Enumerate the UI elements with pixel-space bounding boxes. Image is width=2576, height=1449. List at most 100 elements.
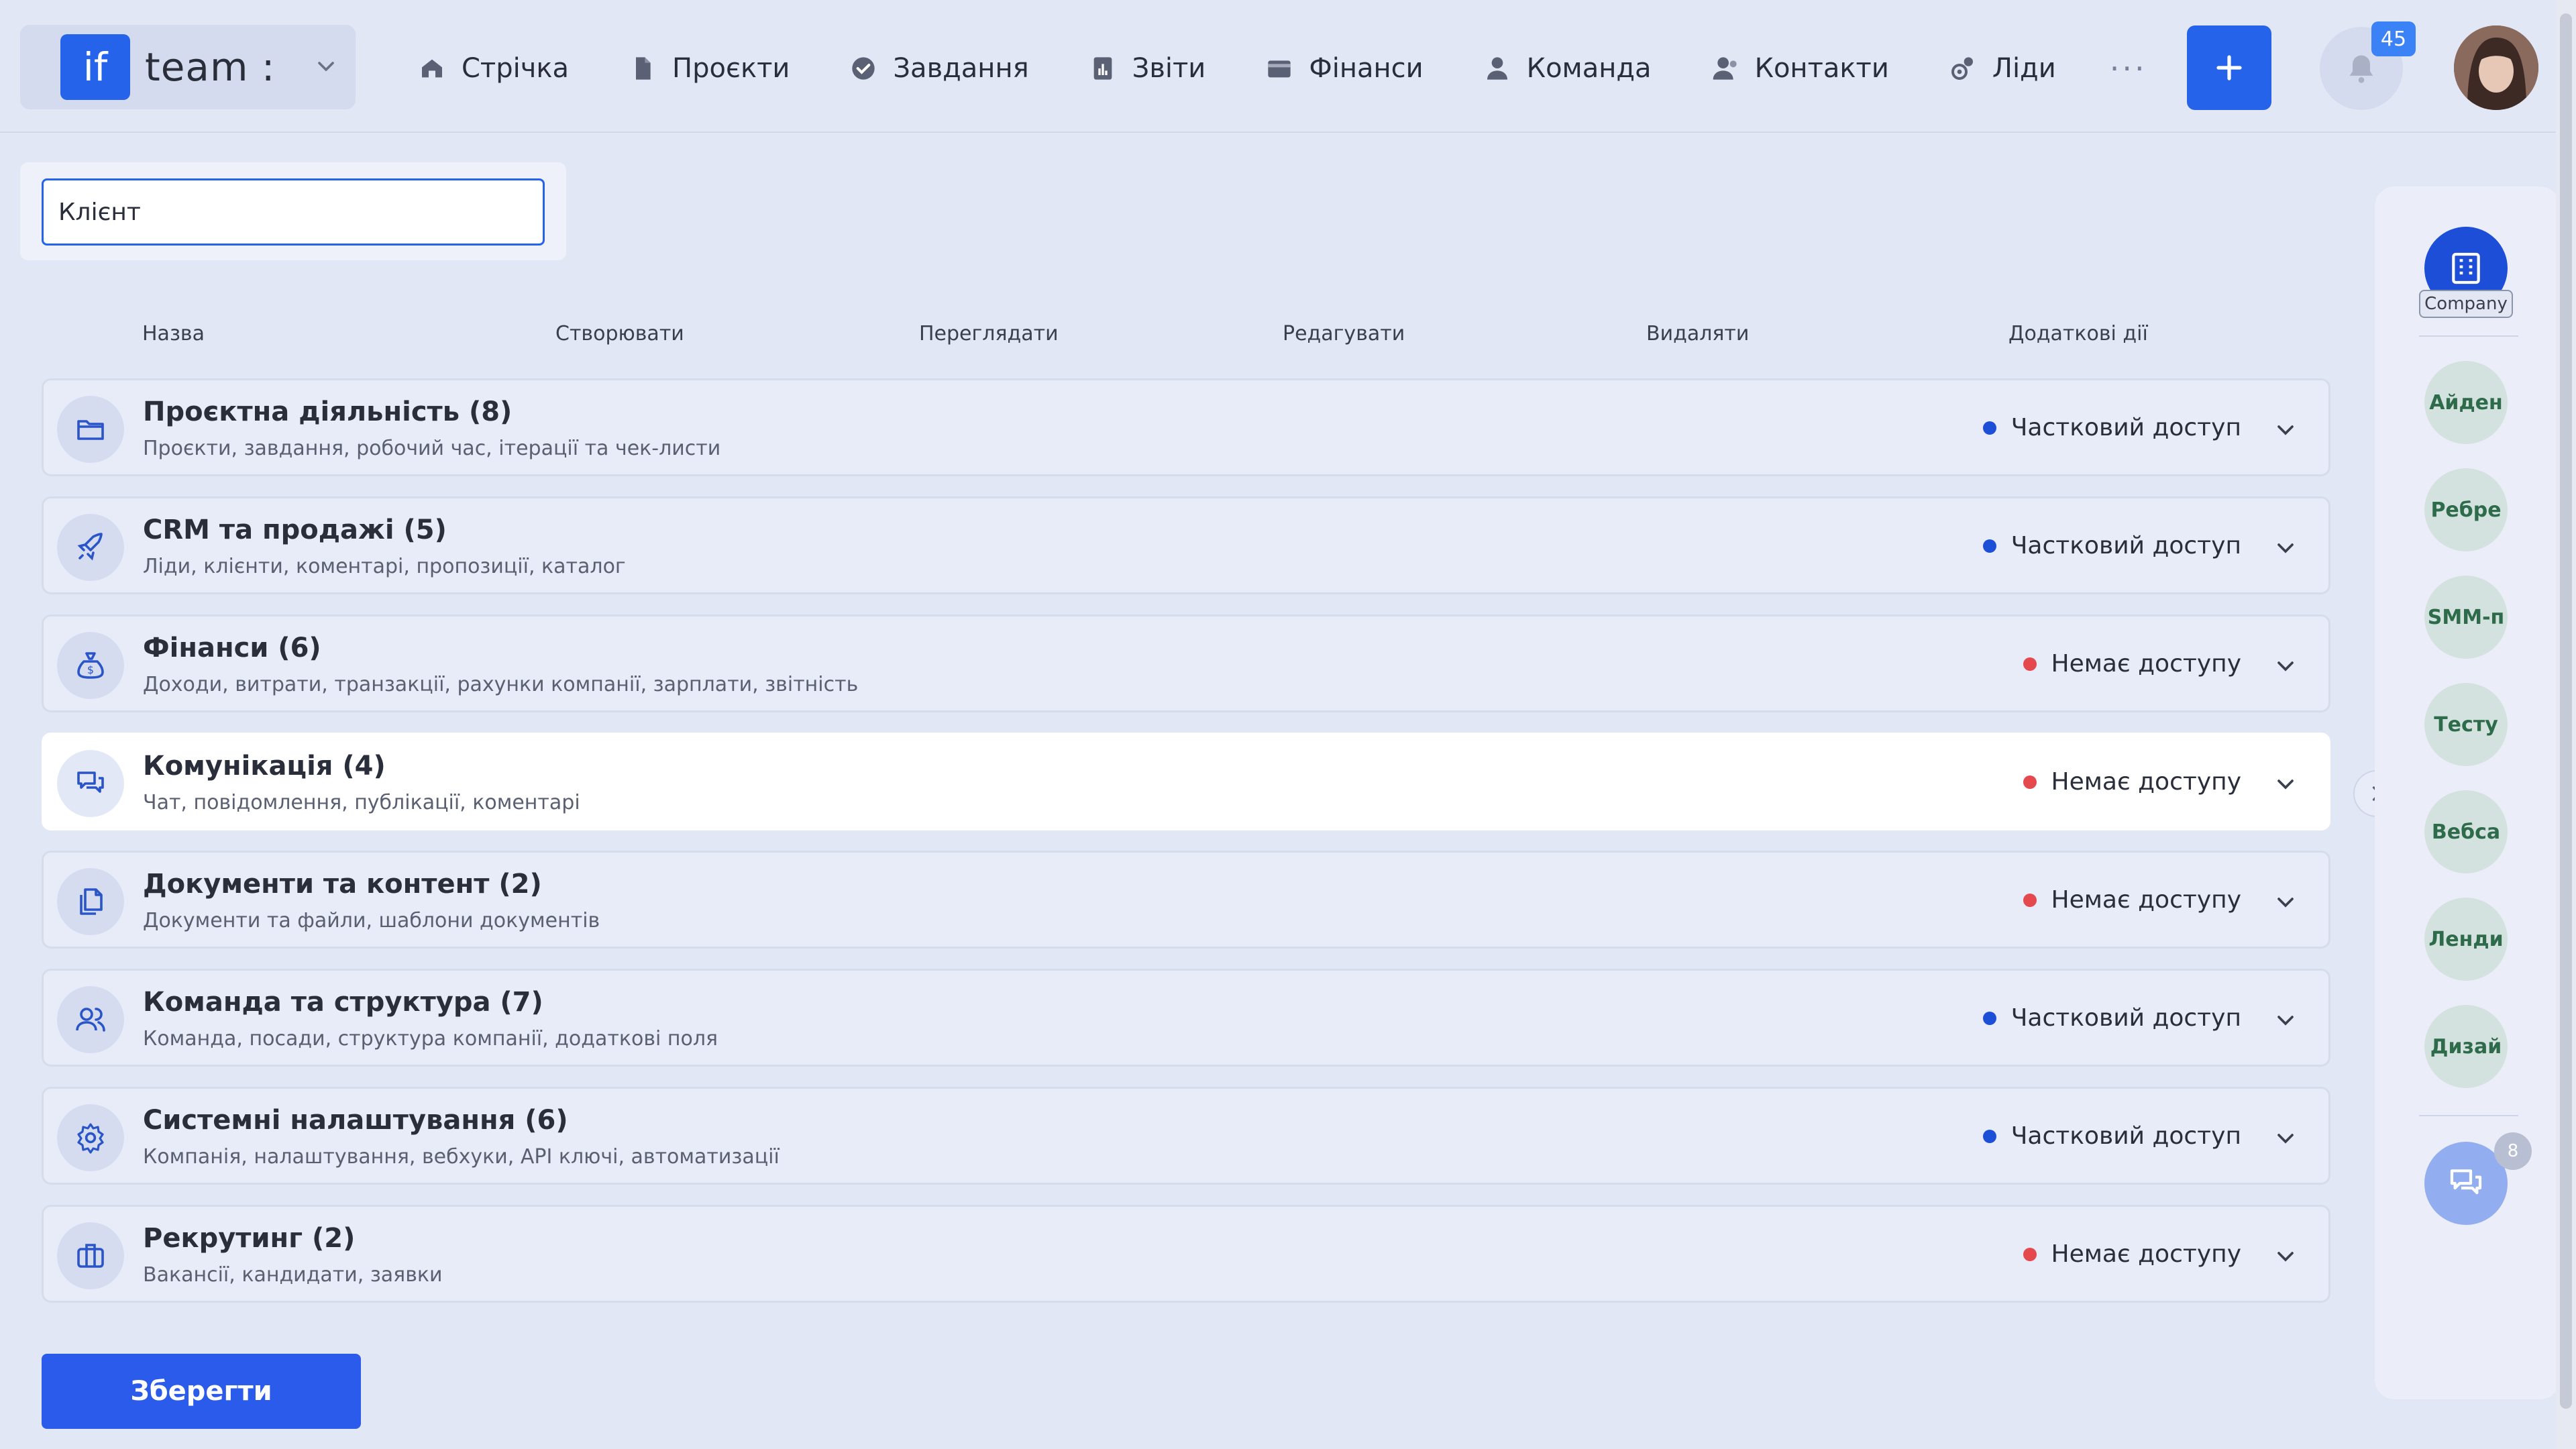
access-status: Частковий доступ (1982, 532, 2241, 559)
nav-item-reports[interactable]: Звіти (1089, 53, 1206, 84)
more-menu-button[interactable]: ··· (2110, 50, 2147, 87)
permission-row-crm[interactable]: CRM та продажі (5) Ліди, клієнти, комент… (42, 496, 2330, 594)
access-status: Немає доступу (2023, 768, 2241, 796)
team-avatar[interactable]: Дизай (2424, 1005, 2508, 1088)
chevron-down-icon[interactable] (2272, 417, 2299, 446)
briefcase-icon (57, 1222, 124, 1289)
chevron-down-icon[interactable] (2272, 889, 2299, 918)
nav-item-projects[interactable]: Проєкти (629, 53, 790, 84)
access-status: Частковий доступ (1982, 414, 2241, 441)
column-header-create: Створювати (555, 322, 684, 345)
permission-description: Ліди, клієнти, коментарі, пропозиції, ка… (143, 555, 626, 578)
panel-divider (2419, 1115, 2518, 1116)
permission-row-finance[interactable]: $ Фінанси (6) Доходи, витрати, транзакці… (42, 614, 2330, 712)
teams-side-panel: Company Айден Ребре SMM-п Тесту Вебса Ле… (2375, 186, 2560, 1399)
wallet-icon (1268, 60, 1291, 78)
nav-item-finance[interactable]: Фінанси (1266, 53, 1424, 84)
svg-text:$: $ (87, 663, 94, 676)
plus-icon (2216, 55, 2242, 80)
permission-column-headers: Назва Створювати Переглядати Редагувати … (0, 322, 2348, 349)
user-icon (1487, 57, 1507, 80)
status-dot (2023, 657, 2037, 671)
permission-title: Фінанси (6) (143, 633, 321, 663)
permission-description: Команда, посади, структура компанії, дод… (143, 1027, 718, 1051)
folder-icon (57, 396, 124, 463)
permission-row-projects[interactable]: Проєктна діяльність (8) Проєкти, завданн… (42, 378, 2330, 476)
column-header-delete: Видаляти (1646, 322, 1750, 345)
main-nav: Стрічка Проєкти Завдання Звіти Фінанси К… (419, 42, 2147, 95)
nav-item-team[interactable]: Команда (1484, 53, 1652, 84)
top-bar: if team : Стрічка Проєкти Завдання Звіти… (0, 0, 2556, 133)
nav-item-feed[interactable]: Стрічка (419, 53, 569, 84)
team-name: team : (145, 44, 276, 90)
team-avatar[interactable]: Айден (2424, 361, 2508, 444)
permission-row-recruiting[interactable]: Рекрутинг (2) Вакансії, кандидати, заявк… (42, 1205, 2330, 1303)
notifications-count-badge: 45 (2371, 21, 2416, 56)
status-text: Немає доступу (2051, 1240, 2241, 1268)
nav-item-label: Завдання (893, 53, 1029, 84)
chat-icon (2450, 1169, 2482, 1195)
permission-row-settings[interactable]: Системні налаштування (6) Компанія, нала… (42, 1087, 2330, 1185)
chevron-down-icon[interactable] (2272, 535, 2299, 564)
avatar[interactable] (2454, 25, 2538, 110)
company-label: Company (2419, 290, 2513, 318)
status-dot (1982, 421, 1996, 435)
chat-count-badge: 8 (2494, 1132, 2532, 1170)
leads-icon (1951, 57, 1973, 80)
nav-item-label: Стрічка (462, 53, 570, 84)
add-button[interactable] (2187, 25, 2271, 110)
status-dot (2023, 775, 2037, 789)
team-switcher[interactable]: if team : (20, 25, 356, 109)
permission-row-team[interactable]: Команда та структура (7) Команда, посади… (42, 969, 2330, 1067)
status-text: Немає доступу (2051, 650, 2241, 678)
gear-icon (57, 1104, 124, 1171)
nav-item-leads[interactable]: Ліди (1949, 53, 2056, 84)
permission-title: Команда та структура (7) (143, 987, 543, 1018)
access-status: Частковий доступ (1982, 1004, 2241, 1032)
role-input[interactable] (42, 178, 545, 246)
status-text: Немає доступу (2051, 886, 2241, 914)
team-avatar[interactable]: SMM-п (2424, 576, 2508, 659)
chat-icon (57, 750, 124, 817)
check-circle-icon (852, 57, 875, 80)
permission-title: Рекрутинг (2) (143, 1223, 356, 1254)
chevron-down-icon[interactable] (2272, 771, 2299, 800)
permission-row-communication[interactable]: Комунікація (4) Чат, повідомлення, публі… (42, 733, 2330, 830)
column-header-view: Переглядати (919, 322, 1059, 345)
chevron-down-icon[interactable] (2272, 1243, 2299, 1273)
permission-description: Документи та файли, шаблони документів (143, 909, 600, 932)
nav-item-label: Проєкти (672, 53, 790, 84)
permission-row-documents[interactable]: Документи та контент (2) Документи та фа… (42, 851, 2330, 949)
status-text: Немає доступу (2051, 768, 2241, 796)
permission-title: CRM та продажі (5) (143, 515, 447, 545)
column-header-extra-actions: Додаткові дії (2008, 322, 2148, 345)
permission-title: Проєктна діяльність (8) (143, 396, 513, 427)
column-header-name: Назва (142, 322, 205, 345)
status-dot (2023, 1247, 2037, 1261)
access-status: Немає доступу (2023, 886, 2241, 914)
nav-item-label: Звіти (1132, 53, 1206, 84)
access-status: Частковий доступ (1982, 1122, 2241, 1150)
logo: if (60, 34, 130, 100)
permission-title: Документи та контент (2) (143, 869, 542, 900)
scrollbar-thumb[interactable] (2560, 13, 2572, 1409)
permission-title: Комунікація (4) (143, 751, 386, 782)
team-icon (57, 986, 124, 1053)
file-icon (636, 57, 651, 80)
chevron-down-icon[interactable] (2272, 653, 2299, 682)
nav-item-contacts[interactable]: Контакти (1712, 53, 1889, 84)
team-avatar[interactable]: Тесту (2424, 683, 2508, 766)
documents-icon (57, 868, 124, 935)
chevron-down-icon[interactable] (2272, 1007, 2299, 1036)
nav-item-tasks[interactable]: Завдання (850, 53, 1029, 84)
team-avatar[interactable]: Ребре (2424, 468, 2508, 551)
column-header-edit: Редагувати (1283, 322, 1405, 345)
bell-icon (2349, 55, 2373, 83)
access-status: Немає доступу (2023, 1240, 2241, 1268)
chevron-down-icon[interactable] (2272, 1125, 2299, 1155)
report-icon (1093, 57, 1112, 80)
team-avatar[interactable]: Ленди (2424, 898, 2508, 981)
team-avatar[interactable]: Вебса (2424, 790, 2508, 873)
save-button[interactable]: Зберегти (42, 1354, 361, 1429)
access-status: Немає доступу (2023, 650, 2241, 678)
